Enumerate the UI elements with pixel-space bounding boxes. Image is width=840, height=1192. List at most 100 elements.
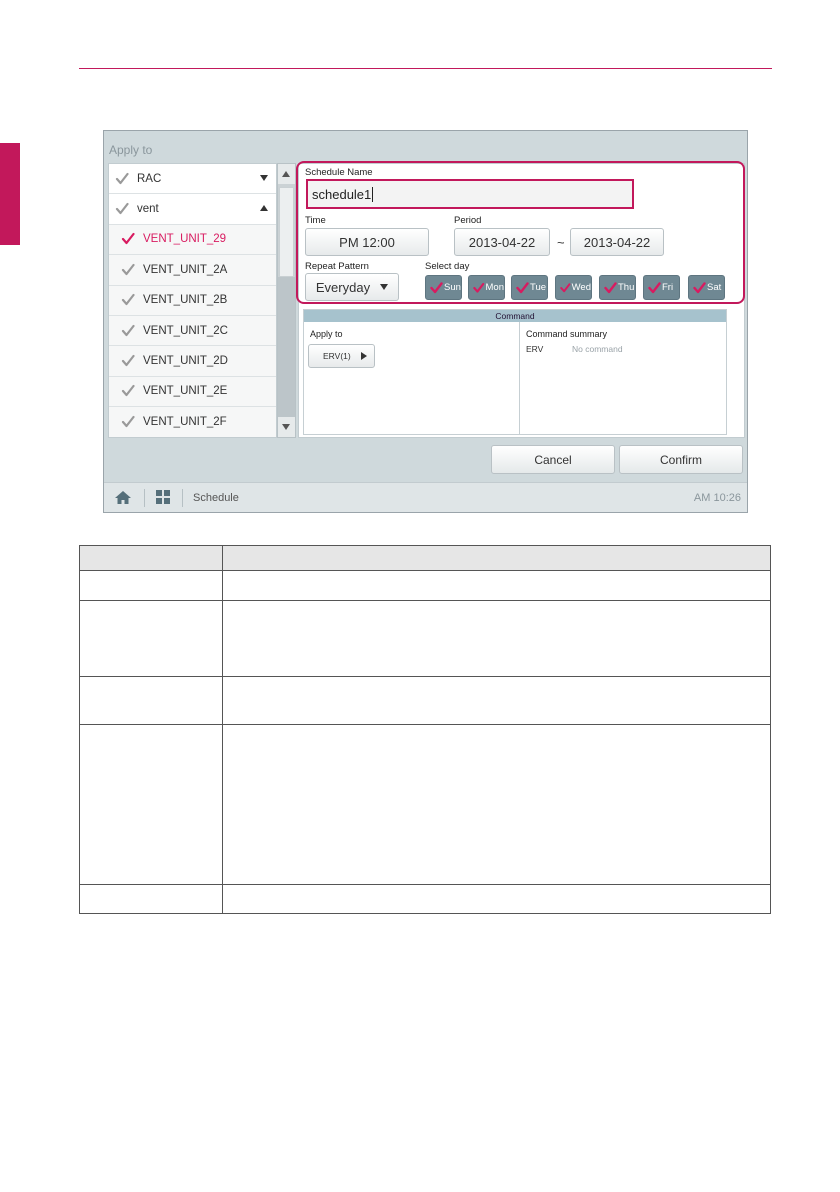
checkmark-icon[interactable] bbox=[121, 263, 135, 277]
checkmark-icon bbox=[516, 281, 529, 293]
checkmark-icon bbox=[560, 282, 571, 292]
checkmark-icon[interactable] bbox=[121, 324, 135, 338]
schedule-name-input[interactable]: schedule1 bbox=[306, 179, 634, 209]
arrow-right-icon bbox=[361, 352, 367, 360]
day-toggle-tue[interactable]: Tue bbox=[511, 275, 548, 300]
period-separator: ~ bbox=[557, 235, 565, 250]
day-label: Thu bbox=[618, 282, 635, 293]
device-item-row[interactable]: VENT_UNIT_2B bbox=[109, 285, 276, 316]
command-summary-label: Command summary bbox=[526, 329, 608, 339]
checkmark-icon[interactable] bbox=[121, 415, 135, 429]
table-cell bbox=[222, 676, 771, 725]
description-table bbox=[79, 545, 771, 914]
scroll-thumb[interactable] bbox=[279, 187, 294, 277]
day-label: Mon bbox=[485, 282, 504, 293]
table-cell bbox=[222, 600, 771, 677]
bottom-separator bbox=[182, 489, 183, 507]
caret-down-icon[interactable] bbox=[260, 175, 268, 181]
confirm-button[interactable]: Confirm bbox=[619, 445, 743, 474]
chevron-down-icon bbox=[380, 284, 389, 290]
table-cell bbox=[79, 724, 223, 885]
day-label: Tue bbox=[530, 282, 547, 293]
repeat-pattern-dropdown[interactable]: Everyday bbox=[305, 273, 399, 301]
table-cell bbox=[79, 545, 223, 571]
home-icon[interactable] bbox=[114, 490, 132, 505]
repeat-pattern-value: Everyday bbox=[315, 279, 371, 295]
day-toggle-wed[interactable]: Wed bbox=[555, 275, 592, 300]
schedule-name-value: schedule1 bbox=[312, 187, 372, 202]
device-list: RAC vent VENT_UNIT_29 VENT_UNIT_2A VENT_UNIT… bbox=[108, 163, 277, 438]
checkmark-icon[interactable] bbox=[121, 354, 135, 368]
checkmark-icon[interactable] bbox=[121, 384, 135, 398]
day-toggle-fri[interactable]: Fri bbox=[643, 275, 680, 300]
command-apply-section: Apply to ERV(1) bbox=[304, 322, 520, 434]
period-end-value: 2013-04-22 bbox=[583, 234, 651, 250]
erv-button-label: ERV(1) bbox=[323, 351, 351, 361]
table-row bbox=[79, 884, 771, 914]
device-item-row[interactable]: VENT_UNIT_2D bbox=[109, 346, 276, 377]
device-label: RAC bbox=[137, 172, 162, 185]
scroll-up-button[interactable] bbox=[278, 164, 295, 184]
command-header: Command bbox=[304, 310, 726, 322]
checkmark-icon[interactable] bbox=[115, 202, 129, 216]
table-cell bbox=[79, 676, 223, 725]
checkmark-icon bbox=[648, 281, 661, 293]
scroll-down-button[interactable] bbox=[278, 417, 295, 437]
bottom-separator bbox=[144, 489, 145, 507]
checkmark-icon bbox=[693, 281, 706, 293]
grid-menu-icon[interactable] bbox=[156, 490, 170, 504]
device-label: VENT_UNIT_2D bbox=[143, 355, 228, 368]
device-item-row[interactable]: VENT_UNIT_29 bbox=[109, 224, 276, 256]
device-item-row[interactable]: VENT_UNIT_2C bbox=[109, 315, 276, 347]
device-label: VENT_UNIT_2C bbox=[143, 324, 228, 337]
period-end-button[interactable]: 2013-04-22 bbox=[570, 228, 664, 256]
table-row bbox=[79, 570, 771, 601]
period-start-value: 2013-04-22 bbox=[468, 234, 536, 250]
top-rule bbox=[79, 68, 772, 69]
command-summary-section: Command summary ERV No command bbox=[520, 322, 726, 434]
table-cell bbox=[222, 570, 771, 601]
day-label: Sun bbox=[444, 282, 461, 293]
table-cell bbox=[79, 600, 223, 677]
caret-up-icon[interactable] bbox=[260, 205, 268, 212]
cancel-button[interactable]: Cancel bbox=[491, 445, 615, 474]
list-scrollbar[interactable] bbox=[277, 163, 296, 438]
device-group-row[interactable]: RAC bbox=[109, 164, 276, 195]
apply-to-title: Apply to bbox=[109, 143, 153, 157]
scroll-track[interactable] bbox=[278, 277, 295, 417]
checkmark-icon[interactable] bbox=[121, 232, 135, 246]
time-button[interactable]: PM 12:00 bbox=[305, 228, 429, 256]
table-row bbox=[79, 724, 771, 885]
checkmark-icon[interactable] bbox=[115, 172, 129, 186]
checkmark-icon bbox=[604, 281, 617, 293]
period-start-button[interactable]: 2013-04-22 bbox=[454, 228, 550, 256]
device-item-row[interactable]: VENT_UNIT_2E bbox=[109, 376, 276, 408]
day-toggle-thu[interactable]: Thu bbox=[599, 275, 636, 300]
day-label: Wed bbox=[571, 282, 591, 293]
bottom-bar: Schedule AM 10:26 bbox=[104, 482, 747, 512]
erv-button[interactable]: ERV(1) bbox=[308, 344, 375, 368]
device-label: VENT_UNIT_29 bbox=[143, 233, 227, 246]
arrow-up-icon bbox=[282, 171, 290, 177]
table-header-row bbox=[79, 545, 771, 571]
device-item-row[interactable]: VENT_UNIT_2A bbox=[109, 255, 276, 286]
device-item-row[interactable]: VENT_UNIT_2F bbox=[109, 407, 276, 437]
command-summary-key: ERV bbox=[526, 344, 544, 354]
day-toggle-sat[interactable]: Sat bbox=[688, 275, 725, 300]
command-summary-value: No command bbox=[572, 344, 623, 354]
table-cell bbox=[79, 884, 223, 914]
text-cursor bbox=[372, 187, 374, 202]
command-apply-to-label: Apply to bbox=[310, 329, 343, 339]
day-toggle-sun[interactable]: Sun bbox=[425, 275, 462, 300]
day-label: Fri bbox=[662, 282, 674, 293]
time-value: PM 12:00 bbox=[339, 234, 395, 250]
bottom-section-label: Schedule bbox=[193, 492, 239, 504]
device-label: VENT_UNIT_2B bbox=[143, 294, 228, 307]
device-label: VENT_UNIT_2F bbox=[143, 415, 227, 428]
day-toggle-mon[interactable]: Mon bbox=[468, 275, 505, 300]
device-group-row[interactable]: vent bbox=[109, 194, 276, 225]
checkmark-icon bbox=[430, 281, 443, 293]
time-label: Time bbox=[305, 215, 326, 226]
schedule-name-label: Schedule Name bbox=[305, 167, 373, 178]
checkmark-icon[interactable] bbox=[121, 293, 135, 307]
